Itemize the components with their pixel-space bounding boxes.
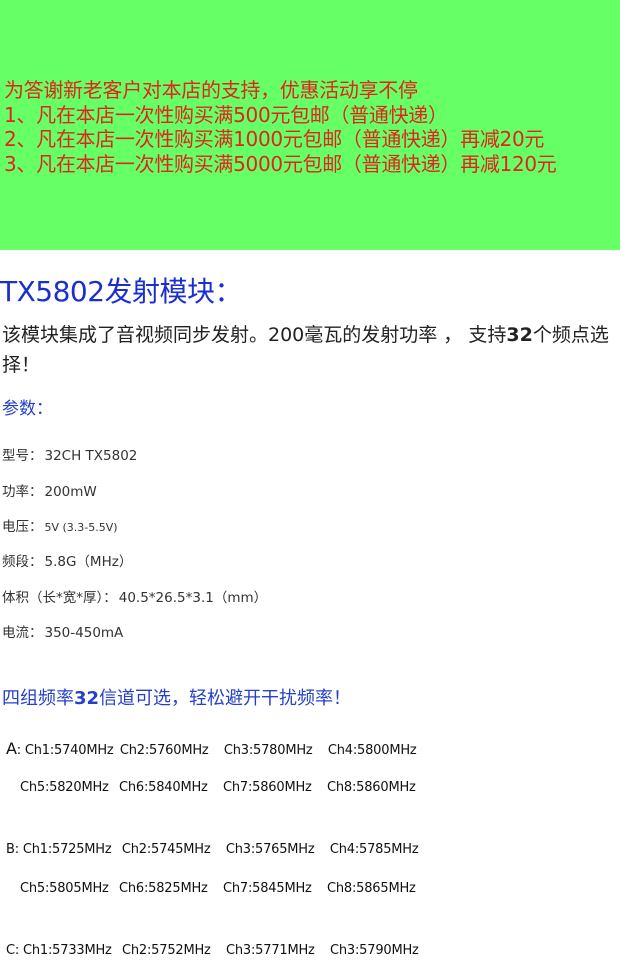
spec-voltage: 电压： 5V (3.3-5.5V) <box>2 515 118 535</box>
spec-label: 频段： <box>2 554 43 570</box>
channel: Ch1:5725MHz <box>22 842 112 857</box>
spec-value: 350-450mA <box>44 625 124 641</box>
product-title: TX5802发射模块： <box>0 275 243 308</box>
channel: Ch1:5740MHz <box>24 743 114 758</box>
channel: Ch4:5785MHz <box>329 842 419 857</box>
channel: Ch7:5860MHz <box>223 780 312 795</box>
group-b-row-1: B: Ch1:5725MHz Ch2:5745MHz Ch3:5765MHz Ch4:… <box>6 842 419 857</box>
group-label: A <box>6 739 17 758</box>
freq-heading-text-2: 信道可选，轻松避开干扰频率！ <box>99 688 352 709</box>
promo-line-3: 2、凡在本店一次性购买满1000元包邮（普通快递）再减20元 <box>4 127 545 151</box>
spec-power: 功率： 200mW <box>2 480 97 500</box>
channel: Ch2:5752MHz <box>122 943 211 958</box>
promo-line-4: 3、凡在本店一次性购买满5000元包邮（普通快递）再减120元 <box>4 151 557 176</box>
channel: Ch6:5840MHz <box>119 780 208 795</box>
promo-line-1: 为答谢新老客户对本店的支持，优惠活动享不停 <box>4 78 418 102</box>
spec-model: 型号： 32CH TX5802 <box>2 444 137 464</box>
spec-value: 5V (3.3-5.5V) <box>44 521 118 534</box>
channel: Ch2:5745MHz <box>121 842 211 857</box>
channel: Ch3:5780MHz <box>223 743 313 758</box>
channel: Ch6:5825MHz <box>119 881 208 896</box>
channel: Ch5:5805MHz <box>20 881 109 896</box>
spec-value: 32CH TX5802 <box>44 448 138 464</box>
spec-size: 体积（长*宽*厚）： 40.5*26.5*3.1（mm） <box>2 586 267 606</box>
group-a-row-2: Ch5:5820MHz Ch6:5840MHz Ch7:5860MHz Ch8:586… <box>20 780 416 795</box>
channel: Ch8:5865MHz <box>327 881 416 896</box>
spec-value: 5.8G（MHz） <box>44 554 133 570</box>
group-label: B <box>6 842 15 857</box>
promo-line-2: 1、凡在本店一次性购买满500元包邮（普通快递） <box>4 102 448 127</box>
group-b-row-2: Ch5:5805MHz Ch6:5825MHz Ch7:5845MHz Ch8:586… <box>20 881 416 896</box>
channel: Ch4:5800MHz <box>327 743 417 758</box>
channel: Ch1:5733MHz <box>23 943 112 958</box>
freq-heading-bold: 32 <box>74 688 100 709</box>
product-description: 该模块集成了音视频同步发射。200毫瓦的发射功率 ， 支持32个频点选择！ <box>2 320 614 380</box>
group-label: C <box>6 943 15 958</box>
group-a-row-1: A: Ch1:5740MHz Ch2:5760MHz Ch3:5780MHz Ch4:… <box>6 739 417 758</box>
channel: Ch7:5845MHz <box>223 881 312 896</box>
spec-value: 40.5*26.5*3.1（mm） <box>118 590 268 606</box>
spec-label: 体积（长*宽*厚）： <box>2 590 117 606</box>
desc-bold-count: 32 <box>506 324 533 346</box>
group-c-row-1: C: Ch1:5733MHz Ch2:5752MHz Ch3:5771MHz Ch3:… <box>6 943 419 958</box>
spec-label: 电流： <box>2 625 43 641</box>
spec-current: 电流： 350-450mA <box>2 621 123 641</box>
freq-heading: 四组频率32信道可选，轻松避开干扰频率！ <box>2 684 351 710</box>
spec-label: 型号： <box>2 448 43 464</box>
channel: Ch3:5765MHz <box>225 842 315 857</box>
channel: Ch2:5760MHz <box>119 743 209 758</box>
spec-label: 电压： <box>2 519 43 535</box>
channel: Ch5:5820MHz <box>20 780 109 795</box>
channel: Ch3:5771MHz <box>226 943 315 958</box>
params-heading: 参数： <box>2 399 53 419</box>
spec-value: 200mW <box>44 484 97 500</box>
channel: Ch8:5860MHz <box>327 780 416 795</box>
channel: Ch3:5790MHz <box>330 943 419 958</box>
desc-text-1: 该模块集成了音视频同步发射。200毫瓦的发射功率 ， 支持 <box>2 324 507 346</box>
spec-label: 功率： <box>2 484 43 500</box>
promo-text: 为答谢新老客户对本店的支持，优惠活动享不停 1、凡在本店一次性购买满500元包邮… <box>4 78 557 176</box>
spec-band: 频段： 5.8G（MHz） <box>2 550 132 570</box>
freq-heading-text-1: 四组频率 <box>2 688 74 709</box>
